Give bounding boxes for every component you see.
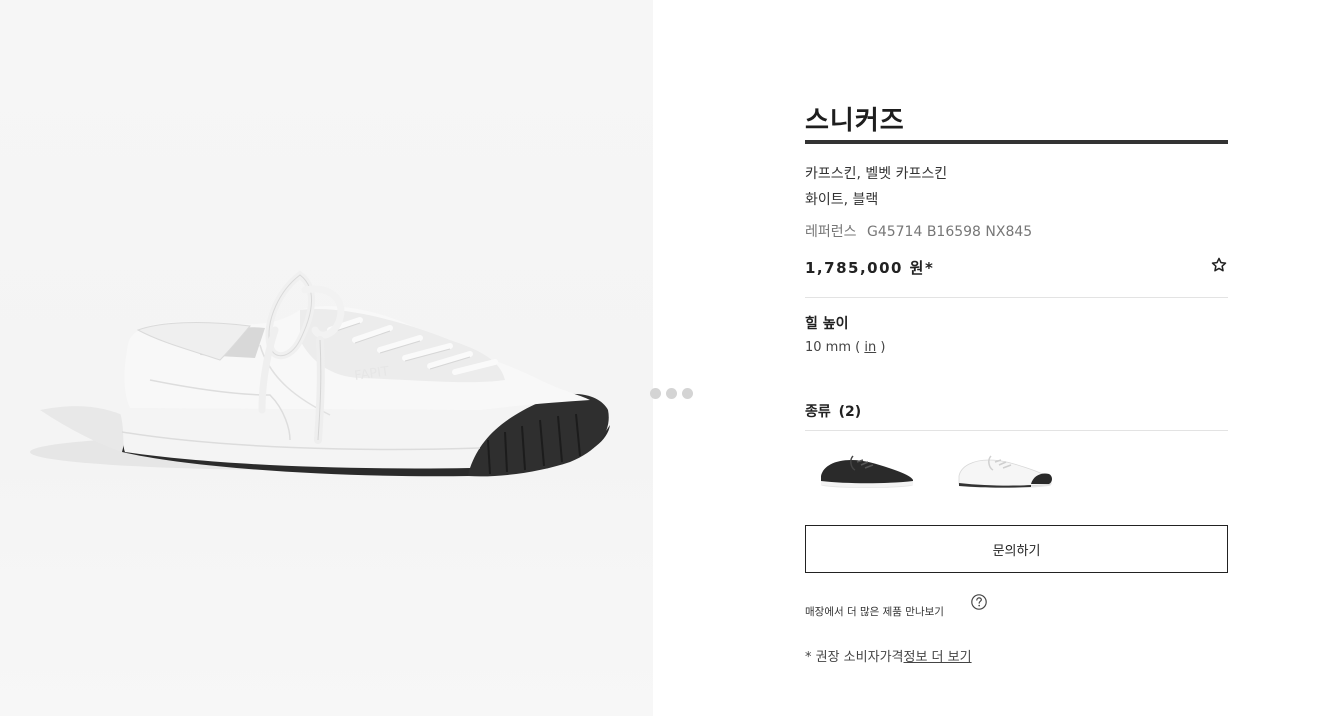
gallery-pager (650, 388, 693, 399)
product-material: 카프스킨, 벨벳 카프스킨 (805, 166, 948, 182)
divider (805, 430, 1228, 431)
heel-height-value: 10 mm ( in ) (805, 340, 885, 355)
reference-code: G45714 B16598 NX845 (866, 224, 1033, 240)
reference-label: 레퍼런스 (805, 224, 857, 240)
inquiry-button[interactable]: 문의하기 (805, 525, 1228, 573)
product-page: FAPIT 스니커즈 카프스킨, 벨벳 카프스킨 화이트, 블랙 레퍼런스 G4… (0, 0, 1334, 716)
question-circle-icon[interactable] (970, 593, 988, 611)
variants-heading: 종류 (2) (805, 401, 861, 421)
product-image: FAPIT (30, 270, 610, 477)
variants-count: (2) (838, 404, 862, 420)
divider (805, 297, 1228, 298)
variant-thumbnail-white[interactable] (955, 448, 1055, 492)
variants-label: 종류 (805, 404, 831, 420)
heel-value-prefix: 10 mm ( (805, 340, 861, 355)
heel-height-label: 힐 높이 (805, 316, 849, 332)
pager-dot-2[interactable] (666, 388, 677, 399)
heel-value-suffix: ) (880, 340, 886, 355)
product-reference: 레퍼런스 G45714 B16598 NX845 (805, 221, 1032, 241)
product-price: 1,785,000 원* (805, 259, 935, 277)
variant-thumbnail-black[interactable] (817, 448, 917, 492)
price-info-link[interactable]: 정보 더 보기 (904, 650, 972, 665)
star-outline-icon[interactable] (1210, 256, 1228, 274)
title-divider (805, 140, 1228, 144)
product-color: 화이트, 블랙 (805, 192, 879, 208)
unit-toggle-link[interactable]: in (864, 340, 876, 355)
footnote-text: * 권장 소비자가격 (805, 650, 904, 665)
pager-dot-3[interactable] (682, 388, 693, 399)
store-availability-link[interactable]: 매장에서 더 많은 제품 만나보기 (805, 604, 944, 619)
price-footnote: * 권장 소비자가격정보 더 보기 (805, 646, 972, 665)
product-title: 스니커즈 (805, 106, 905, 136)
pager-dot-1[interactable] (650, 388, 661, 399)
product-gallery[interactable]: FAPIT (0, 0, 653, 716)
